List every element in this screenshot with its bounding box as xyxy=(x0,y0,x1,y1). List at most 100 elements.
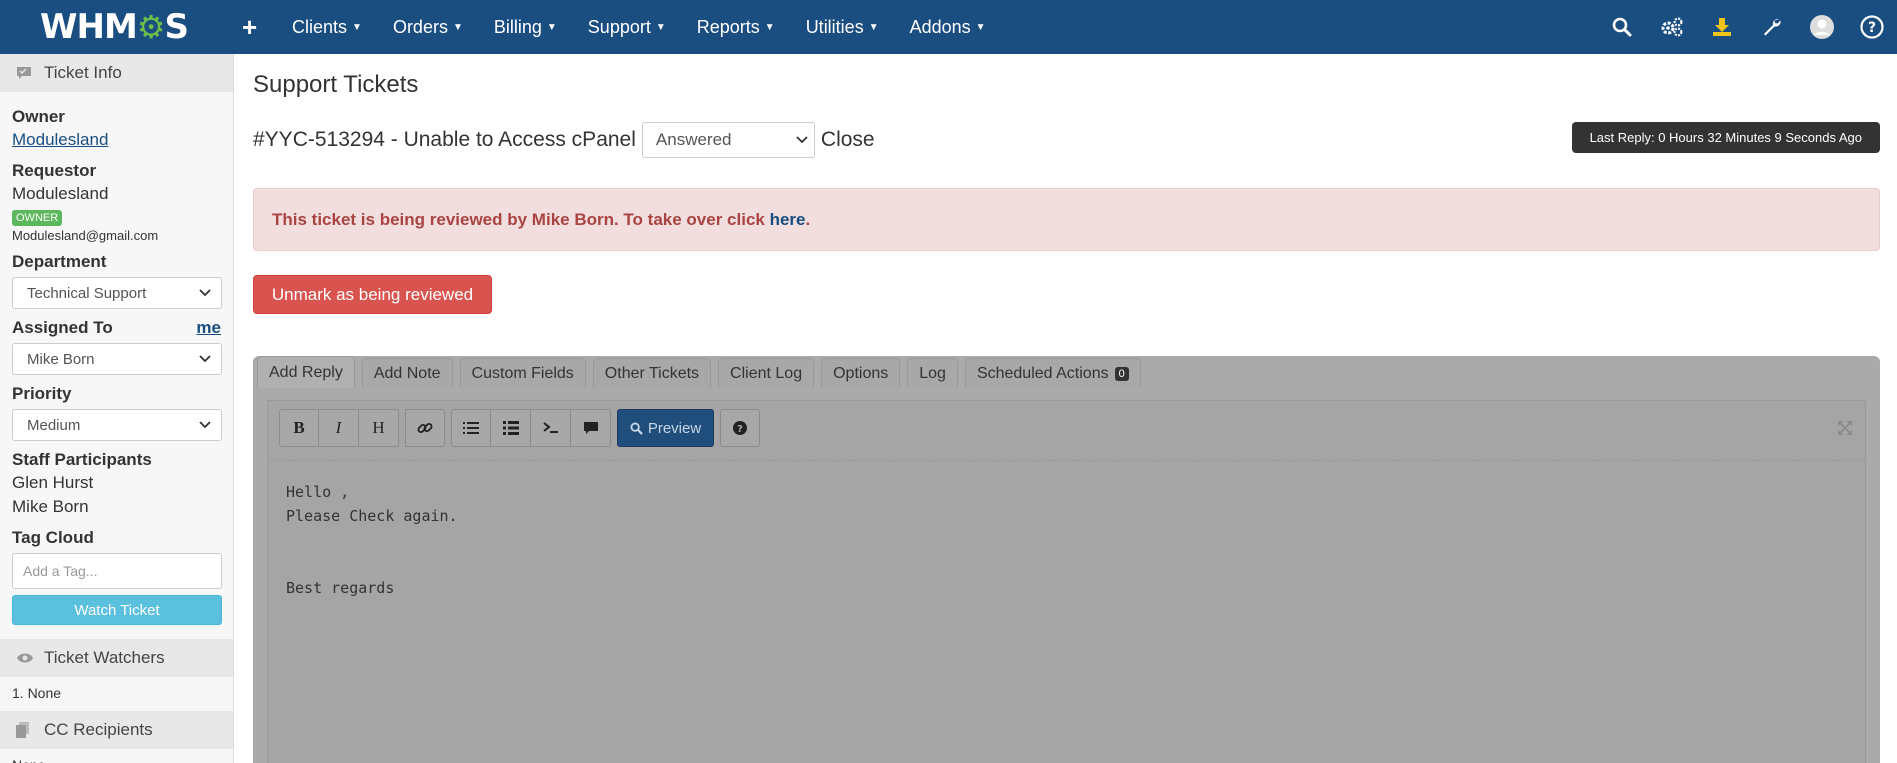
toolbar-divider xyxy=(268,460,1865,461)
reply-textarea[interactable]: Hello , Please Check again. Best regards xyxy=(286,480,458,600)
search-icon[interactable] xyxy=(1597,0,1647,54)
question-circle-icon: ? xyxy=(733,421,747,435)
eye-icon xyxy=(16,650,34,666)
staff-participants-label: Staff Participants xyxy=(12,450,152,469)
priority-select[interactable]: Medium xyxy=(12,409,222,441)
ticket-sidebar: Ticket Info Owner Modulesland Requestor … xyxy=(0,54,234,763)
take-over-link[interactable]: here xyxy=(770,210,806,230)
svg-text:?: ? xyxy=(1868,20,1876,36)
ticket-watchers-title: Ticket Watchers xyxy=(44,648,165,667)
unmark-reviewed-button[interactable]: Unmark as being reviewed xyxy=(253,275,492,314)
help-icon[interactable]: ? xyxy=(1847,0,1897,54)
department-select[interactable]: Technical Support xyxy=(12,277,222,309)
nav-support[interactable]: Support ▼ xyxy=(588,17,666,38)
chevron-down-icon xyxy=(199,421,211,429)
main-content: Support Tickets #YYC-513294 - Unable to … xyxy=(253,54,1880,763)
markdown-help-button[interactable]: ? xyxy=(720,409,760,447)
tab-options[interactable]: Options xyxy=(821,358,901,388)
tab-log[interactable]: Log xyxy=(907,358,958,388)
tab-scheduled-actions-label: Scheduled Actions xyxy=(976,364,1109,382)
code-button[interactable] xyxy=(531,409,571,447)
ticket-header: #YYC-513294 - Unable to Access cPanel An… xyxy=(253,122,875,158)
assign-to-me-link[interactable]: me xyxy=(196,318,221,338)
watch-ticket-button[interactable]: Watch Ticket xyxy=(12,595,222,625)
download-icon[interactable] xyxy=(1697,0,1747,54)
italic-button[interactable]: I xyxy=(319,409,359,447)
add-new-button[interactable]: + xyxy=(242,12,257,43)
whmcs-logo[interactable]: WHM ⚙ S xyxy=(40,6,189,48)
logo-text-end: S xyxy=(164,7,188,47)
requestor-label: Requestor xyxy=(12,161,97,180)
ticket-info-title: Ticket Info xyxy=(44,63,122,82)
chevron-down-icon xyxy=(796,136,808,144)
comment-icon xyxy=(16,65,34,81)
editor-toolbar: B I H Preview ? xyxy=(279,409,760,447)
priority-label: Priority xyxy=(12,384,72,403)
nav-reports[interactable]: Reports ▼ xyxy=(697,17,775,38)
terminal-icon xyxy=(542,422,558,433)
ticket-tabs: Add Reply Add Note Custom Fields Other T… xyxy=(257,356,1148,388)
tab-client-log[interactable]: Client Log xyxy=(718,358,815,388)
ticket-status-select[interactable]: Answered xyxy=(641,122,815,158)
tab-custom-fields[interactable]: Custom Fields xyxy=(459,358,586,388)
reply-editor: B I H Preview ? Hello , Please Check aga… xyxy=(267,400,1866,763)
staff-participant: Glen Hurst xyxy=(12,473,94,492)
preview-button[interactable]: Preview xyxy=(617,409,714,447)
tab-add-note[interactable]: Add Note xyxy=(361,358,453,388)
cc-recipients-value: None xyxy=(0,749,233,763)
page-title: Support Tickets xyxy=(253,71,419,98)
caret-down-icon: ▼ xyxy=(975,22,986,34)
copy-icon xyxy=(16,722,34,738)
bold-button[interactable]: B xyxy=(279,409,319,447)
cc-recipients-header[interactable]: CC Recipients xyxy=(0,711,233,749)
nav-orders[interactable]: Orders ▼ xyxy=(393,17,463,38)
nav-clients[interactable]: Clients ▼ xyxy=(292,17,362,38)
logo-gear-icon: ⚙ xyxy=(136,8,166,46)
list-ol-icon xyxy=(463,422,479,434)
unordered-list-button[interactable] xyxy=(491,409,531,447)
cc-recipients-title: CC Recipients xyxy=(44,720,153,739)
nav-addons[interactable]: Addons ▼ xyxy=(910,17,986,38)
owner-label: Owner xyxy=(12,107,65,126)
review-alert: This ticket is being reviewed by Mike Bo… xyxy=(253,188,1880,251)
caret-down-icon: ▼ xyxy=(546,22,557,34)
owner-badge: OWNER xyxy=(12,210,63,226)
close-ticket-link[interactable]: Close xyxy=(821,128,875,152)
caret-down-icon: ▼ xyxy=(764,22,775,34)
department-value: Technical Support xyxy=(27,284,147,302)
nav-utilities[interactable]: Utilities ▼ xyxy=(806,17,879,38)
assigned-to-select[interactable]: Mike Born xyxy=(12,343,222,375)
user-avatar-icon[interactable] xyxy=(1797,0,1847,54)
tab-scheduled-actions[interactable]: Scheduled Actions 0 xyxy=(964,358,1141,388)
reply-panel: Add Reply Add Note Custom Fields Other T… xyxy=(253,356,1880,763)
ticket-watchers-header[interactable]: Ticket Watchers xyxy=(0,639,233,677)
comment-icon xyxy=(583,422,598,434)
cogs-icon[interactable] xyxy=(1647,0,1697,54)
assigned-to-value: Mike Born xyxy=(27,350,95,368)
nav-icon-bar: ? xyxy=(1597,0,1897,54)
nav-billing[interactable]: Billing ▼ xyxy=(494,17,557,38)
ordered-list-button[interactable] xyxy=(451,409,491,447)
ticket-status-value: Answered xyxy=(655,130,732,149)
caret-down-icon: ▼ xyxy=(655,22,666,34)
quote-button[interactable] xyxy=(571,409,611,447)
preview-label: Preview xyxy=(647,419,702,437)
last-reply-badge: Last Reply: 0 Hours 32 Minutes 9 Seconds… xyxy=(1571,122,1880,153)
requestor-email: Modulesland@gmail.com xyxy=(12,228,159,243)
heading-button[interactable]: H xyxy=(359,409,399,447)
caret-down-icon: ▼ xyxy=(868,22,879,34)
owner-link[interactable]: Modulesland xyxy=(12,128,221,152)
assigned-to-label: Assigned To xyxy=(12,318,113,337)
svg-text:?: ? xyxy=(737,424,743,435)
tab-add-reply[interactable]: Add Reply xyxy=(257,356,355,388)
tag-input[interactable]: Add a Tag... xyxy=(12,553,222,589)
ticket-info-header[interactable]: Ticket Info xyxy=(0,54,233,92)
tab-other-tickets[interactable]: Other Tickets xyxy=(592,358,712,388)
link-button[interactable] xyxy=(405,409,445,447)
fullscreen-icon[interactable] xyxy=(1837,420,1853,441)
ticket-subject: #YYC-513294 - Unable to Access cPanel xyxy=(253,128,636,151)
wrench-icon[interactable] xyxy=(1747,0,1797,54)
list-ul-icon xyxy=(502,421,519,435)
priority-value: Medium xyxy=(27,416,81,434)
tag-cloud-label: Tag Cloud xyxy=(12,528,94,547)
